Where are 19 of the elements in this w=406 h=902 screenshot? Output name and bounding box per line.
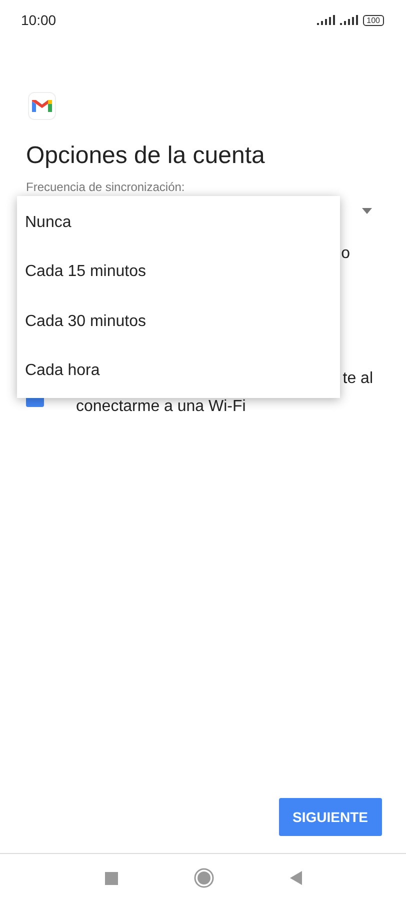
menu-option[interactable]: Nunca xyxy=(17,198,340,248)
menu-option[interactable]: Cada 30 minutos xyxy=(17,297,340,346)
sync-label: Frecuencia de sincronización: xyxy=(26,180,186,194)
dropdown-arrow-icon[interactable] xyxy=(362,208,372,214)
battery-indicator: 100 xyxy=(362,14,384,26)
home-icon[interactable] xyxy=(194,868,214,888)
setting-text: o xyxy=(341,245,350,263)
menu-option[interactable]: Cada 15 minutos xyxy=(17,248,340,297)
next-button[interactable]: SIGUIENTE xyxy=(278,798,382,836)
setting-text: te al xyxy=(342,370,373,388)
mail-app-icon xyxy=(28,92,56,120)
menu-option[interactable]: Cada hora xyxy=(17,346,340,396)
signal-icon xyxy=(316,15,336,25)
back-icon[interactable] xyxy=(290,871,302,885)
signal-icon xyxy=(340,15,359,25)
recent-apps-icon[interactable] xyxy=(104,872,118,884)
page-title: Opciones de la cuenta xyxy=(26,142,266,170)
setting-text: conectarme a una Wi-Fi xyxy=(76,398,246,416)
status-time: 10:00 xyxy=(21,12,56,28)
